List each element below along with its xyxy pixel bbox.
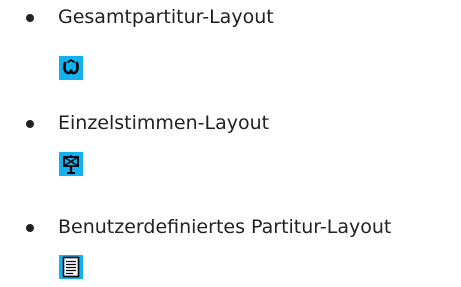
part-layout-icon xyxy=(59,152,83,176)
list-item-label: Gesamtpartitur-Layout xyxy=(58,6,274,28)
bullet xyxy=(26,224,34,232)
list-item-label: Benutzerdefiniertes Partitur-Layout xyxy=(58,216,392,238)
list-item-label: Einzelstimmen-Layout xyxy=(58,112,270,134)
custom-score-layout-icon xyxy=(59,255,83,279)
bullet xyxy=(26,14,34,22)
layout-list: Gesamtpartitur-Layout Einzelstimmen-Layo… xyxy=(0,0,461,287)
full-score-layout-icon xyxy=(59,56,83,80)
bullet xyxy=(26,120,34,128)
